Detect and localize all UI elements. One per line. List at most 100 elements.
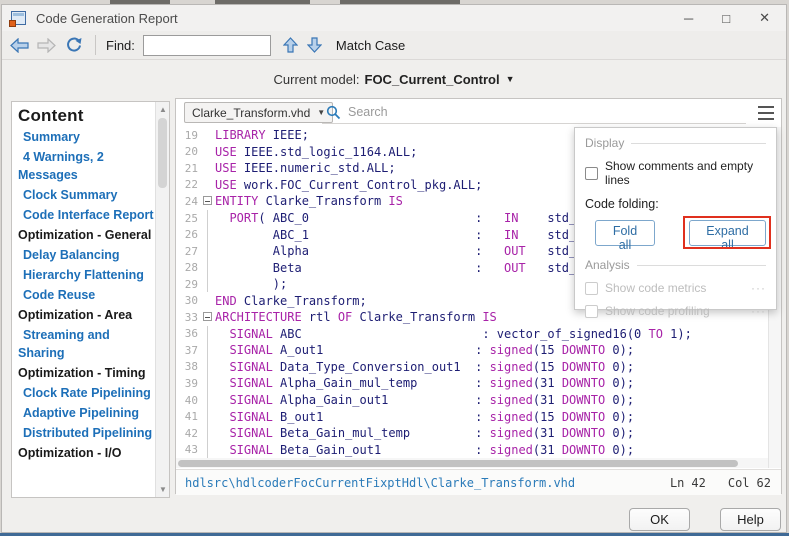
sidebar-item[interactable]: Code Reuse: [18, 286, 154, 304]
sidebar-item[interactable]: Summary: [18, 128, 154, 146]
sidebar-scrollbar[interactable]: ▲ ▼: [155, 102, 169, 497]
sidebar-item[interactable]: Distributed Pipelining: [18, 424, 154, 442]
panel-menu-icon[interactable]: [758, 106, 774, 120]
line-number: 21: [176, 162, 201, 175]
fold-gutter: [201, 359, 215, 376]
sidebar-item[interactable]: Clock Summary: [18, 186, 154, 204]
metrics-more-icon: ···: [751, 281, 766, 295]
sidebar-item[interactable]: Adaptive Pipelining: [18, 404, 154, 422]
display-label: Display: [585, 136, 624, 150]
fold-gutter: [201, 226, 215, 243]
line-number: 39: [176, 377, 201, 390]
refresh-icon[interactable]: [64, 37, 83, 53]
fold-gutter: [201, 144, 215, 161]
search-icon: [326, 105, 341, 120]
sidebar-list: Content Summary 4 Warnings, 2 Messages Cloc…: [18, 106, 154, 462]
ok-button[interactable]: OK: [629, 508, 690, 531]
file-path[interactable]: hdlsrc\hdlcoderFocCurrentFixptHdl\Clarke…: [185, 476, 575, 490]
help-button[interactable]: Help: [720, 508, 781, 531]
fold-all-button[interactable]: Fold all: [595, 220, 655, 246]
hscroll-thumb[interactable]: [178, 460, 738, 467]
back-icon[interactable]: [10, 38, 29, 53]
search-input[interactable]: [348, 105, 746, 119]
sidebar-item[interactable]: Delay Balancing: [18, 246, 154, 264]
line-number: 28: [176, 261, 201, 274]
fold-collapse-icon[interactable]: [203, 312, 212, 321]
col-value: 62: [757, 476, 771, 490]
code-line: );: [215, 277, 287, 291]
minimize-icon[interactable]: ─: [684, 11, 693, 26]
scrollbar-thumb[interactable]: [158, 118, 167, 188]
line-number: 40: [176, 394, 201, 407]
file-selector-value: Clarke_Transform.vhd: [192, 106, 310, 120]
display-section-header: Display: [585, 136, 766, 150]
col-label: Col: [728, 476, 750, 490]
line-number: 27: [176, 245, 201, 258]
fold-gutter: [201, 425, 215, 442]
scroll-down-icon[interactable]: ▼: [156, 485, 170, 494]
show-comments-checkbox[interactable]: [585, 167, 598, 180]
code-line: SIGNAL A_out1 : signed(15 DOWNTO 0);: [215, 343, 634, 357]
fold-gutter: [201, 441, 215, 458]
fold-gutter: [201, 342, 215, 359]
file-selector-dropdown[interactable]: Clarke_Transform.vhd ▼: [184, 102, 333, 123]
show-metrics-checkbox: [585, 282, 598, 295]
line-number: 43: [176, 443, 201, 456]
code-folding-buttons: Fold all Expand all: [585, 220, 766, 246]
fold-gutter: [201, 177, 215, 194]
analysis-section-header: Analysis: [585, 258, 766, 272]
code-line: SIGNAL B_out1 : signed(15 DOWNTO 0);: [215, 410, 634, 424]
show-metrics-row: Show code metrics ···: [585, 281, 766, 295]
fold-gutter: [201, 160, 215, 177]
line-number: 38: [176, 360, 201, 373]
code-generation-report-window: Code Generation Report ─ □ ✕ Find: Match…: [1, 4, 787, 533]
sidebar-item[interactable]: Clock Rate Pipelining: [18, 384, 154, 402]
sidebar-item[interactable]: Code Interface Report: [18, 206, 154, 224]
match-case-toggle[interactable]: Match Case: [336, 38, 405, 53]
fold-gutter: [201, 326, 215, 343]
sidebar-item[interactable]: Streaming and Sharing: [18, 326, 154, 362]
current-model-bar[interactable]: Current model: FOC_Current_Control ▼: [2, 60, 786, 98]
line-number: 26: [176, 228, 201, 241]
line-number: 36: [176, 327, 201, 340]
code-line: SIGNAL Alpha_Gain_out1 : signed(31 DOWNT…: [215, 393, 634, 407]
fold-gutter: [201, 292, 215, 309]
close-icon[interactable]: ✕: [759, 10, 770, 26]
horizontal-scrollbar[interactable]: [176, 458, 768, 468]
fold-gutter: [201, 210, 215, 227]
code-line: LIBRARY IEEE;: [215, 128, 309, 142]
line-number: 42: [176, 427, 201, 440]
line-label: Ln: [670, 476, 684, 490]
show-profiling-label: Show code profiling: [605, 304, 710, 318]
fold-collapse-icon[interactable]: [203, 196, 212, 205]
line-number: 22: [176, 178, 201, 191]
toolbar-separator: [95, 35, 96, 55]
forward-icon: [37, 38, 56, 53]
sidebar-item[interactable]: Hierarchy Flattening: [18, 266, 154, 284]
find-previous-icon[interactable]: [283, 37, 298, 53]
code-toolbar: Clarke_Transform.vhd ▼: [176, 99, 781, 127]
scroll-up-icon[interactable]: ▲: [156, 105, 170, 114]
line-number: 20: [176, 145, 201, 158]
sidebar-title: Content: [18, 106, 154, 126]
analysis-label: Analysis: [585, 258, 630, 272]
fold-gutter: [201, 375, 215, 392]
window-title: Code Generation Report: [36, 11, 178, 26]
line-number: 24: [176, 195, 201, 208]
show-metrics-label: Show code metrics: [605, 281, 706, 295]
current-model-prefix: Current model:: [274, 72, 360, 87]
maximize-icon[interactable]: □: [722, 11, 730, 26]
expand-all-button[interactable]: Expand all: [689, 220, 766, 246]
line-value: 42: [691, 476, 705, 490]
find-input[interactable]: [143, 35, 271, 56]
code-line: SIGNAL Alpha_Gain_mul_temp : signed(31 D…: [215, 376, 634, 390]
sidebar-item[interactable]: 4 Warnings, 2 Messages: [18, 148, 154, 184]
find-next-icon[interactable]: [307, 37, 322, 53]
line-number: 33: [176, 311, 201, 324]
code-folding-label: Code folding:: [585, 197, 766, 211]
display-options-popup: Display Show comments and empty lines Co…: [574, 127, 777, 310]
sidebar-section-header: Optimization - General: [18, 226, 154, 244]
model-dropdown-icon[interactable]: ▼: [506, 74, 515, 84]
line-number: 25: [176, 212, 201, 225]
code-line: SIGNAL ABC : vector_of_signed16(0 TO 1);: [215, 327, 692, 341]
